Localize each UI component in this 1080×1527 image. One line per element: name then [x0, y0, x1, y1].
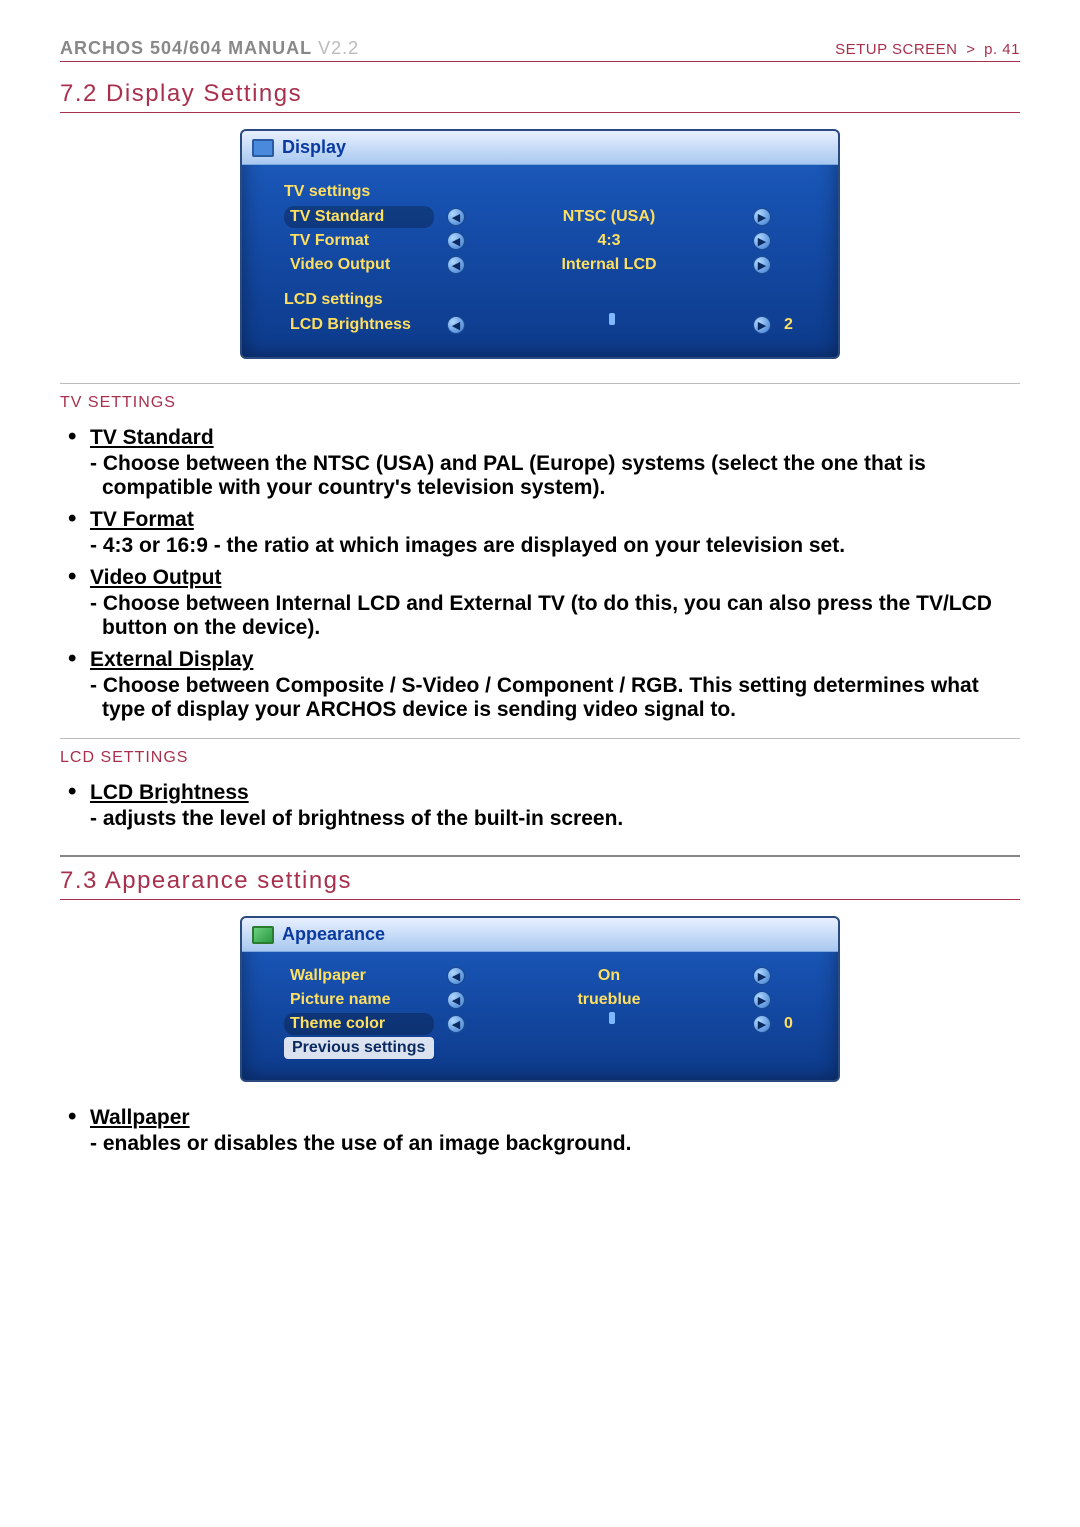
lbl-tv-format: TV Format	[284, 230, 434, 252]
row-picture-name[interactable]: Picture name ◀ trueblue ▶	[284, 988, 814, 1012]
brand: ARCHOS	[60, 38, 144, 58]
version: V2.2	[318, 38, 359, 58]
bullet-desc: Choose between Composite / S-Video / Com…	[90, 674, 1020, 722]
bullet-desc: adjusts the level of brightness of the b…	[90, 807, 1020, 831]
page-number: p. 41	[984, 41, 1020, 58]
appearance-scr-title: Appearance	[282, 924, 385, 945]
bullet-external-display: External Display Choose between Composit…	[64, 648, 1020, 722]
manual-label: MANUAL	[228, 38, 312, 58]
big-divider	[60, 855, 1020, 857]
lbl-previous-settings[interactable]: Previous settings	[284, 1037, 434, 1059]
arrow-right-icon[interactable]: ▶	[753, 967, 771, 985]
bullet-wallpaper: Wallpaper enables or disables the use of…	[64, 1106, 1020, 1156]
arrow-right-icon[interactable]: ▶	[753, 1015, 771, 1033]
arrow-left-icon[interactable]: ◀	[447, 316, 465, 334]
bullet-desc: Choose between the NTSC (USA) and PAL (E…	[90, 452, 1020, 500]
bullet-title: Video Output	[90, 566, 221, 590]
bullet-desc: 4:3 or 16:9 - the ratio at which images …	[90, 534, 1020, 558]
subsection-tv-settings: TV SETTINGS	[60, 394, 1020, 412]
row-video-output[interactable]: Video Output ◀ Internal LCD ▶	[284, 253, 814, 277]
arrow-left-icon[interactable]: ◀	[447, 1015, 465, 1033]
appearance-scr-titlebar: Appearance	[242, 918, 838, 952]
section-title-appearance: 7.3 Appearance settings	[60, 867, 1020, 900]
lbl-video-output: Video Output	[284, 254, 434, 276]
breadcrumb: SETUP SCREEN	[835, 41, 957, 58]
bullets-tv-settings: TV Standard Choose between the NTSC (USA…	[64, 426, 1020, 722]
row-tv-format[interactable]: TV Format ◀ 4:3 ▶	[284, 229, 814, 253]
lbl-picture-name: Picture name	[284, 989, 434, 1011]
val-tv-format: 4:3	[478, 232, 740, 250]
lbl-tv-standard: TV Standard	[284, 206, 434, 228]
val-tv-standard: NTSC (USA)	[478, 208, 740, 226]
arrow-right-icon[interactable]: ▶	[753, 208, 771, 226]
val-video-output: Internal LCD	[478, 256, 740, 274]
arrow-left-icon[interactable]: ◀	[447, 208, 465, 226]
header-left: ARCHOS 504/604 MANUAL V2.2	[60, 38, 359, 59]
row-previous-settings[interactable]: Previous settings	[284, 1036, 814, 1060]
bullet-title: TV Standard	[90, 426, 214, 450]
lbl-wallpaper: Wallpaper	[284, 965, 434, 987]
appearance-icon	[252, 926, 274, 944]
group-tv-settings: TV settings	[284, 183, 814, 201]
num-theme-color: 0	[784, 1015, 814, 1033]
divider	[60, 738, 1020, 739]
bullet-title: External Display	[90, 648, 253, 672]
slider-lcd-brightness[interactable]	[478, 316, 740, 334]
display-scr-body: TV settings TV Standard ◀ NTSC (USA) ▶ T…	[242, 165, 838, 357]
row-tv-standard[interactable]: TV Standard ◀ NTSC (USA) ▶	[284, 205, 814, 229]
display-scr-titlebar: Display	[242, 131, 838, 165]
section-title-display: 7.2 Display Settings	[60, 80, 1020, 113]
bullet-tv-standard: TV Standard Choose between the NTSC (USA…	[64, 426, 1020, 500]
model: 504/604	[150, 38, 222, 58]
row-lcd-brightness[interactable]: LCD Brightness ◀ ▶ 2	[284, 313, 814, 337]
arrow-left-icon[interactable]: ◀	[447, 232, 465, 250]
bullets-appearance: Wallpaper enables or disables the use of…	[64, 1106, 1020, 1156]
bullet-title: Wallpaper	[90, 1106, 190, 1130]
lbl-lcd-brightness: LCD Brightness	[284, 314, 434, 336]
subsection-lcd-settings: LCD SETTINGS	[60, 749, 1020, 767]
display-scr-title: Display	[282, 137, 346, 158]
arrow-right-icon[interactable]: ▶	[753, 256, 771, 274]
arrow-right-icon[interactable]: ▶	[753, 232, 771, 250]
arrow-right-icon[interactable]: ▶	[753, 991, 771, 1009]
num-lcd-brightness: 2	[784, 316, 814, 334]
val-picture-name: trueblue	[478, 991, 740, 1009]
bullet-lcd-brightness: LCD Brightness adjusts the level of brig…	[64, 781, 1020, 831]
group-lcd-settings: LCD settings	[284, 291, 814, 309]
display-icon	[252, 139, 274, 157]
bullet-title: LCD Brightness	[90, 781, 249, 805]
arrow-left-icon[interactable]: ◀	[447, 256, 465, 274]
page-header: ARCHOS 504/604 MANUAL V2.2 SETUP SCREEN …	[60, 38, 1020, 62]
arrow-left-icon[interactable]: ◀	[447, 991, 465, 1009]
bullet-title: TV Format	[90, 508, 194, 532]
slider-theme-color[interactable]	[478, 1015, 740, 1033]
row-theme-color[interactable]: Theme color ◀ ▶ 0	[284, 1012, 814, 1036]
appearance-scr-body: Wallpaper ◀ On ▶ Picture name ◀ trueblue…	[242, 952, 838, 1080]
bullet-tv-format: TV Format 4:3 or 16:9 - the ratio at whi…	[64, 508, 1020, 558]
display-screenshot: Display TV settings TV Standard ◀ NTSC (…	[240, 129, 840, 359]
appearance-screenshot: Appearance Wallpaper ◀ On ▶ Picture name…	[240, 916, 840, 1082]
divider	[60, 383, 1020, 384]
header-right: SETUP SCREEN > p. 41	[835, 41, 1020, 58]
breadcrumb-sep: >	[962, 41, 979, 58]
val-wallpaper: On	[478, 967, 740, 985]
bullet-video-output: Video Output Choose between Internal LCD…	[64, 566, 1020, 640]
bullet-desc: enables or disables the use of an image …	[90, 1132, 1020, 1156]
arrow-left-icon[interactable]: ◀	[447, 967, 465, 985]
bullets-lcd-settings: LCD Brightness adjusts the level of brig…	[64, 781, 1020, 831]
row-wallpaper[interactable]: Wallpaper ◀ On ▶	[284, 964, 814, 988]
arrow-right-icon[interactable]: ▶	[753, 316, 771, 334]
lbl-theme-color: Theme color	[284, 1013, 434, 1035]
bullet-desc: Choose between Internal LCD and External…	[90, 592, 1020, 640]
